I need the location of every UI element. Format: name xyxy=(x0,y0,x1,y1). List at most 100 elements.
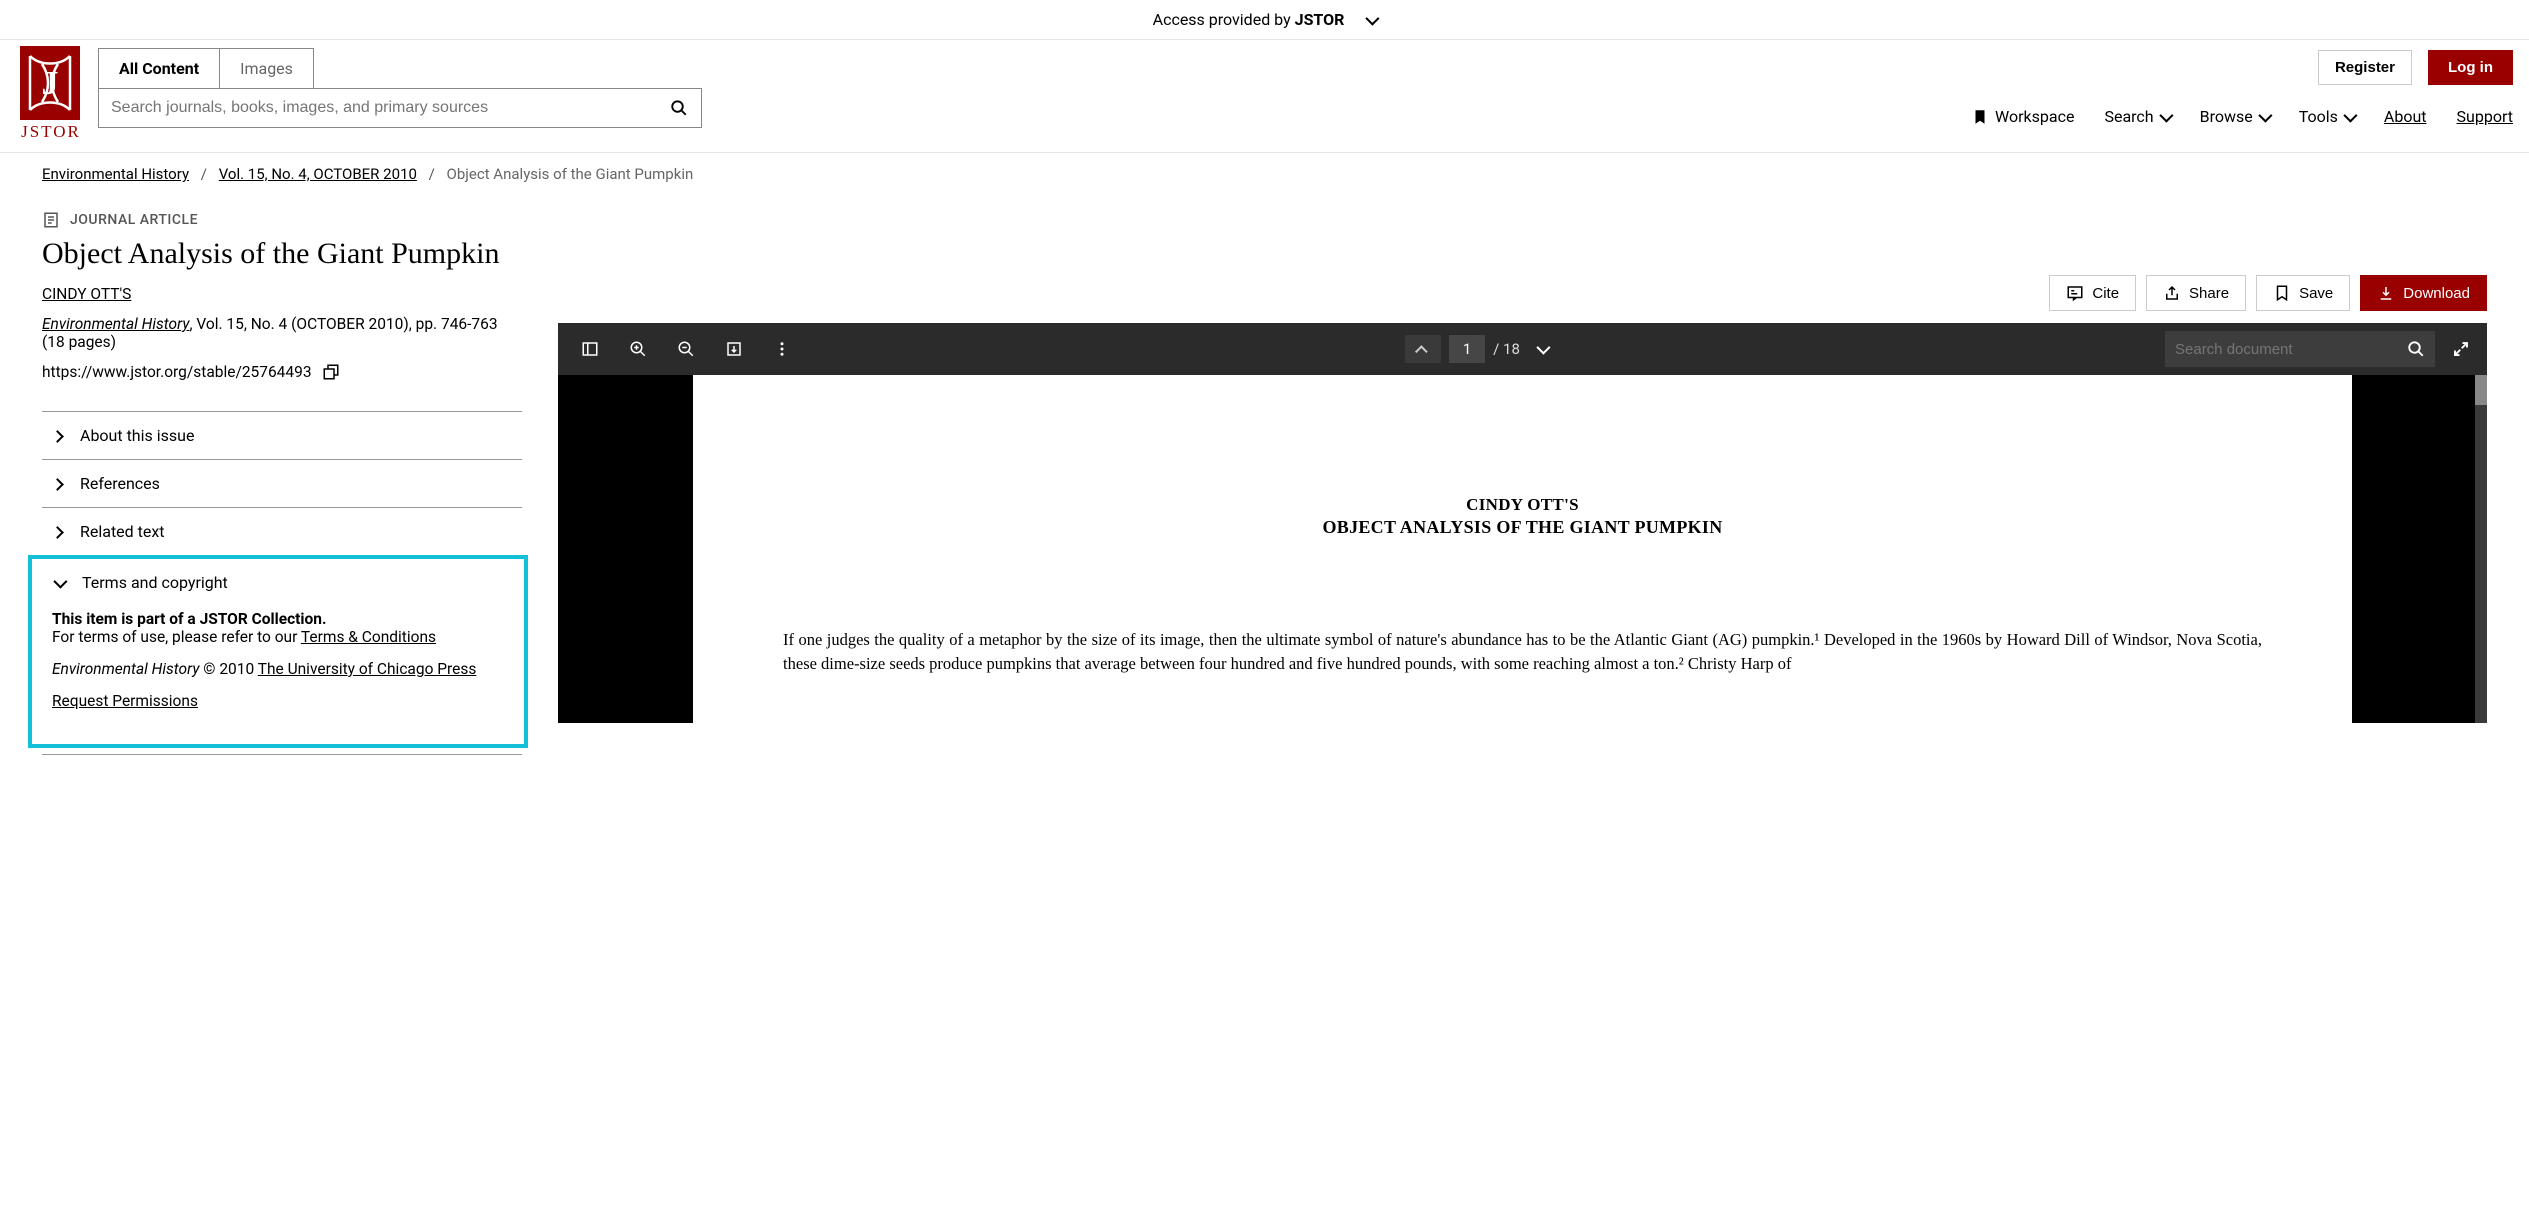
accordion-references[interactable]: References xyxy=(42,459,522,507)
scrollbar-thumb[interactable] xyxy=(2475,375,2487,405)
search-icon[interactable] xyxy=(2407,340,2425,358)
login-button[interactable]: Log in xyxy=(2428,50,2513,85)
cite-button[interactable]: Cite xyxy=(2049,275,2136,311)
nav-about[interactable]: About xyxy=(2384,107,2427,126)
search-block: All Content Images xyxy=(98,48,702,128)
terms-copyright: © 2010 xyxy=(199,660,257,678)
journal-link[interactable]: Environmental History xyxy=(42,315,189,333)
doc-title: OBJECT ANALYSIS OF THE GIANT PUMPKIN xyxy=(783,517,2262,538)
accordion-bottom-border xyxy=(42,754,522,755)
download-icon xyxy=(2377,284,2395,302)
viewer-scrollbar[interactable] xyxy=(2475,375,2487,723)
save-label: Save xyxy=(2299,285,2333,302)
breadcrumb-sep: / xyxy=(429,165,435,183)
document-search-input[interactable] xyxy=(2175,341,2407,358)
fit-width-button[interactable] xyxy=(720,335,748,363)
document-page[interactable]: CINDY OTT'S OBJECT ANALYSIS OF THE GIANT… xyxy=(693,375,2352,723)
sidebar-icon xyxy=(581,340,599,358)
content-type-label: JOURNAL ARTICLE xyxy=(42,211,522,229)
share-label: Share xyxy=(2189,285,2229,302)
bookmark-icon xyxy=(1971,108,1989,126)
download-label: Download xyxy=(2403,285,2470,302)
breadcrumb: Environmental History / Vol. 15, No. 4, … xyxy=(0,153,2529,195)
access-provider-bar[interactable]: Access provided by JSTOR xyxy=(0,0,2529,40)
search-tabs: All Content Images xyxy=(98,48,314,88)
auth-buttons: Register Log in xyxy=(2318,50,2513,85)
fullscreen-button[interactable] xyxy=(2447,335,2475,363)
document-search xyxy=(2165,331,2435,367)
register-button[interactable]: Register xyxy=(2318,50,2412,85)
stable-url-text: https://www.jstor.org/stable/25764493 xyxy=(42,363,312,381)
svg-text:J: J xyxy=(42,65,59,102)
terms-prefix: For terms of use, please refer to our xyxy=(52,628,301,646)
zoom-in-button[interactable] xyxy=(624,335,652,363)
tab-all-content[interactable]: All Content xyxy=(99,49,220,88)
search-input[interactable] xyxy=(99,99,657,117)
nav-browse-label: Browse xyxy=(2200,107,2253,126)
accordion-label: References xyxy=(80,474,160,493)
terms-conditions-link[interactable]: Terms & Conditions xyxy=(301,628,436,646)
prev-page-button[interactable] xyxy=(1405,335,1441,363)
nav-search[interactable]: Search xyxy=(2104,107,2169,126)
next-page-button[interactable] xyxy=(1528,335,1556,363)
terms-body: This item is part of a JSTOR Collection.… xyxy=(32,606,524,744)
nav-tools[interactable]: Tools xyxy=(2299,107,2354,126)
nav-workspace[interactable]: Workspace xyxy=(1971,107,2074,126)
bookmark-icon xyxy=(2273,284,2291,302)
doc-author: CINDY OTT'S xyxy=(783,495,2262,515)
zoom-out-button[interactable] xyxy=(672,335,700,363)
breadcrumb-journal[interactable]: Environmental History xyxy=(42,165,189,183)
search-icon xyxy=(670,99,688,117)
breadcrumb-current: Object Analysis of the Giant Pumpkin xyxy=(447,165,694,183)
article-icon xyxy=(42,211,60,229)
accordion-label: Terms and copyright xyxy=(82,573,228,592)
metadata-accordion: About this issue References Related text… xyxy=(42,411,522,755)
terms-journal: Environmental History xyxy=(52,660,199,678)
save-button[interactable]: Save xyxy=(2256,275,2350,311)
nav-browse[interactable]: Browse xyxy=(2200,107,2269,126)
header-right: Register Log in Workspace Search Browse … xyxy=(1971,46,2513,126)
zoom-in-icon xyxy=(629,340,647,358)
right-column: Cite Share Save Download xyxy=(558,195,2487,723)
chevron-right-icon xyxy=(50,522,64,541)
nav-tools-label: Tools xyxy=(2299,107,2338,126)
download-button[interactable]: Download xyxy=(2360,275,2487,311)
left-column: JOURNAL ARTICLE Object Analysis of the G… xyxy=(42,195,522,755)
accordion-related-text[interactable]: Related text xyxy=(42,507,522,555)
nav-support[interactable]: Support xyxy=(2457,107,2513,126)
access-prefix: Access provided by xyxy=(1153,10,1295,29)
breadcrumb-issue[interactable]: Vol. 15, No. 4, OCTOBER 2010 xyxy=(219,165,417,183)
request-permissions-link[interactable]: Request Permissions xyxy=(52,692,198,710)
accordion-about-issue[interactable]: About this issue xyxy=(42,411,522,459)
share-icon xyxy=(2163,284,2181,302)
type-label-text: JOURNAL ARTICLE xyxy=(70,212,198,228)
tab-images[interactable]: Images xyxy=(220,49,313,88)
logo[interactable]: J JSTOR xyxy=(20,46,82,142)
chevron-down-icon xyxy=(2160,107,2170,126)
publisher-link[interactable]: The University of Chicago Press xyxy=(258,660,477,678)
search-box xyxy=(98,88,702,128)
fit-icon xyxy=(725,340,743,358)
search-button[interactable] xyxy=(657,89,701,127)
chevron-down-icon xyxy=(1537,342,1547,357)
chevron-down-icon xyxy=(2259,107,2269,126)
share-button[interactable]: Share xyxy=(2146,275,2246,311)
cite-label: Cite xyxy=(2092,285,2119,302)
current-page[interactable]: 1 xyxy=(1449,335,1485,363)
more-options-button[interactable] xyxy=(768,335,796,363)
article-title: Object Analysis of the Giant Pumpkin xyxy=(42,237,522,271)
header-row: J JSTOR All Content Images Register Log … xyxy=(0,40,2529,153)
logo-mark: J xyxy=(20,46,80,120)
total-pages: / 18 xyxy=(1493,340,1520,358)
accordion-terms[interactable]: Terms and copyright This item is part of… xyxy=(32,559,524,744)
nav-search-label: Search xyxy=(2104,107,2153,126)
article-actions: Cite Share Save Download xyxy=(558,275,2487,311)
toggle-sidebar-button[interactable] xyxy=(576,335,604,363)
chevron-up-icon xyxy=(1419,340,1428,358)
chevron-right-icon xyxy=(50,474,64,493)
chevron-down-icon xyxy=(2344,107,2354,126)
article-author[interactable]: CINDY OTT'S xyxy=(42,285,131,303)
external-link-icon[interactable] xyxy=(322,363,340,381)
document-viewer: 1 / 18 CINDY OTT'S OBJECT ANALYSIS OF TH… xyxy=(558,323,2487,723)
expand-icon xyxy=(2452,340,2470,358)
